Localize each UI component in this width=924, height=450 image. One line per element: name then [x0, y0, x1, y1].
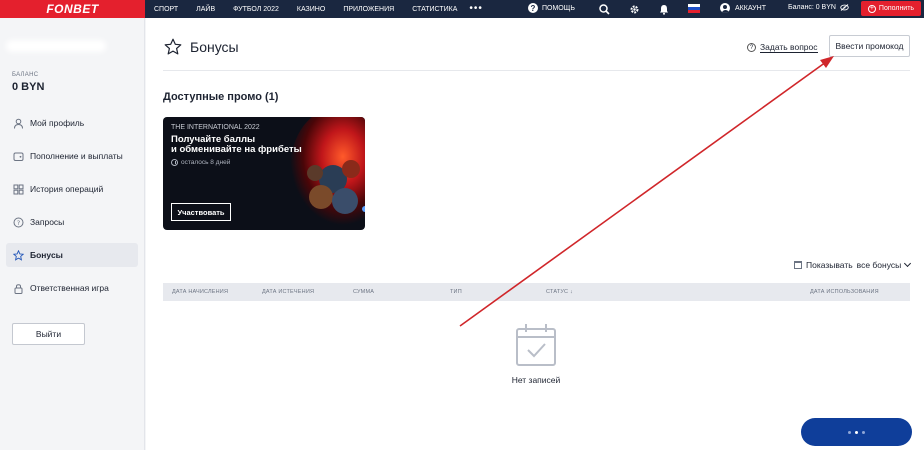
col-accrual-date[interactable]: ДАТА НАЧИСЛЕНИЯ	[172, 289, 228, 295]
loader-dot	[848, 430, 851, 434]
promo-title-line-2: и обменивайте на фрибеты	[171, 144, 302, 155]
topbar-balance-text: Баланс: 0 BYN	[788, 4, 836, 11]
promo-time-left: осталось 8 дней	[171, 159, 230, 166]
sidebar-item-profile[interactable]: Мой профиль	[6, 111, 138, 135]
promo-title: Получайте баллы и обменивайте на фрибеты	[171, 135, 311, 155]
participate-button[interactable]: Участвовать	[171, 203, 231, 221]
question-icon: ?	[747, 43, 756, 52]
nav-sport[interactable]: СПОРТ	[154, 6, 178, 13]
logo-area[interactable]: FONBET	[0, 0, 145, 18]
empty-calendar-icon	[516, 324, 556, 366]
main-nav: СПОРТ ЛАЙВ ФУТБОЛ 2022 КАЗИНО ПРИЛОЖЕНИЯ…	[154, 0, 483, 18]
col-status[interactable]: СТАТУС ↓	[546, 289, 573, 295]
col-type[interactable]: ТИП	[450, 289, 462, 295]
sidebar-item-responsible-gaming[interactable]: Ответственная игра	[6, 276, 138, 300]
promo-card[interactable]: THE INTERNATIONAL 2022 Получайте баллы и…	[163, 117, 365, 230]
nav-live[interactable]: ЛАЙВ	[196, 6, 215, 13]
empty-state-text: Нет записей	[511, 375, 561, 385]
col-usage-date[interactable]: ДАТА ИСПОЛЬЗОВАНИЯ	[810, 289, 879, 295]
filter-label: Показывать	[806, 260, 853, 270]
nav-apps[interactable]: ПРИЛОЖЕНИЯ	[343, 6, 394, 13]
search-icon[interactable]	[597, 2, 611, 16]
star-icon	[12, 249, 24, 261]
help-link[interactable]: ? ПОМОЩЬ	[528, 3, 575, 13]
grid-icon	[12, 183, 24, 195]
sidebar-item-label: История операций	[30, 184, 104, 194]
sidebar-item-label: Мой профиль	[30, 118, 85, 128]
deposit-label: Пополнить	[878, 5, 915, 12]
clock-icon	[171, 159, 178, 166]
account-label: АККАУНТ	[735, 4, 766, 12]
user-icon	[12, 117, 24, 129]
bell-icon[interactable]	[657, 2, 671, 16]
wallet-icon	[12, 150, 24, 162]
help-label: ПОМОЩЬ	[542, 4, 575, 12]
ask-question-link[interactable]: ? Задать вопрос	[747, 42, 818, 53]
question-icon: ?	[12, 216, 24, 228]
balance-value: 0 BYN	[12, 81, 45, 93]
star-icon	[164, 38, 182, 56]
nav-football-2022[interactable]: ФУТБОЛ 2022	[233, 6, 279, 13]
account-icon	[720, 3, 730, 13]
flag-icon[interactable]	[688, 4, 700, 13]
calendar-icon	[794, 261, 802, 269]
available-promos-title: Доступные промо (1)	[163, 91, 279, 103]
top-navigation-bar: FONBET СПОРТ ЛАЙВ ФУТБОЛ 2022 КАЗИНО ПРИ…	[0, 0, 924, 18]
fonbet-logo[interactable]: FONBET	[46, 2, 98, 16]
sidebar-item-label: Ответственная игра	[30, 283, 109, 293]
loader-dot	[862, 430, 865, 434]
filter-select[interactable]: все бонусы	[856, 259, 912, 270]
nav-statistics[interactable]: СТАТИСТИКА	[412, 6, 457, 13]
sidebar-item-label: Бонусы	[30, 250, 63, 260]
sidebar-item-label: Запросы	[30, 217, 65, 227]
logout-button[interactable]: Выйти	[12, 323, 85, 345]
deposit-button[interactable]: + Пополнить	[861, 1, 921, 16]
nav-more-button[interactable]: •••	[469, 4, 483, 14]
account-link[interactable]: АККАУНТ	[720, 3, 766, 13]
promo-time-left-text: осталось 8 дней	[181, 159, 231, 166]
help-icon: ?	[528, 3, 538, 13]
user-name-blurred	[6, 40, 106, 52]
bonus-filter: Показывать все бонусы	[794, 259, 912, 270]
bonus-table-header: ДАТА НАЧИСЛЕНИЯ ДАТА ИСТЕЧЕНИЯ СУММА ТИП…	[163, 283, 910, 301]
loader-dot	[855, 430, 858, 434]
sidebar-item-label: Пополнение и выплаты	[30, 151, 123, 161]
sidebar-item-payments[interactable]: Пополнение и выплаты	[6, 144, 138, 168]
gear-icon[interactable]	[627, 2, 641, 16]
filter-value: все бонусы	[856, 260, 902, 270]
lock-icon	[12, 282, 24, 294]
col-amount[interactable]: СУММА	[353, 289, 374, 295]
sidebar-item-history[interactable]: История операций	[6, 177, 138, 201]
sidebar-item-bonuses[interactable]: Бонусы	[6, 243, 138, 267]
svg-text:?: ?	[16, 219, 19, 227]
promo-event-name: THE INTERNATIONAL 2022	[171, 124, 260, 131]
main-content: Бонусы ? Задать вопрос Ввести промокод Д…	[146, 18, 924, 450]
nav-casino[interactable]: КАЗИНО	[297, 6, 325, 13]
account-sidebar: БАЛАНС 0 BYN Мой профиль Пополнение и вы…	[0, 18, 145, 450]
flag-stripe-red	[688, 10, 700, 13]
ask-question-label: Задать вопрос	[760, 42, 818, 53]
sidebar-item-requests[interactable]: ? Запросы	[6, 210, 138, 234]
enter-promo-code-button[interactable]: Ввести промокод	[829, 35, 910, 57]
header-divider	[163, 70, 910, 71]
page-header: Бонусы ? Задать вопрос Ввести промокод	[146, 18, 924, 72]
page-title: Бонусы	[190, 39, 239, 55]
eye-off-icon[interactable]	[840, 4, 849, 11]
chevron-down-icon	[904, 259, 912, 268]
sidebar-menu: Мой профиль Пополнение и выплаты История…	[6, 111, 138, 309]
plus-circle-icon: +	[867, 4, 876, 13]
loading-indicator	[801, 418, 912, 446]
promo-artwork	[290, 117, 365, 230]
topbar-balance: Баланс: 0 BYN	[788, 4, 849, 11]
balance-label: БАЛАНС	[12, 72, 39, 78]
col-expiry-date[interactable]: ДАТА ИСТЕЧЕНИЯ	[262, 289, 314, 295]
